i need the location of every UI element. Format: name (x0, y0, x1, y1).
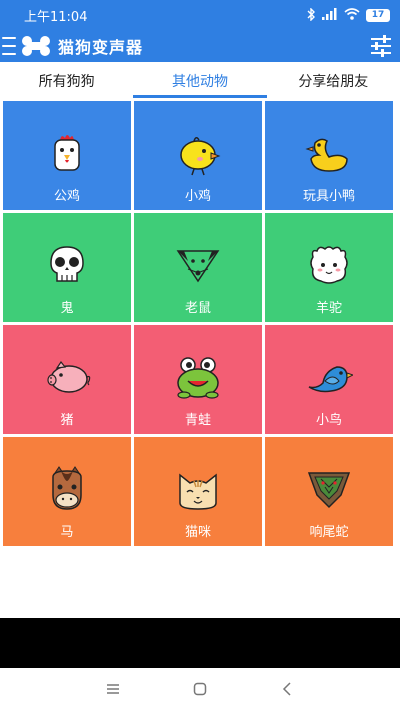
chick-icon (180, 137, 221, 176)
animal-label: 猪 (60, 413, 74, 428)
app-title: 猫狗变声器 (58, 38, 144, 57)
animal-label: 羊驼 (315, 301, 342, 316)
battery-level: 17 (371, 10, 385, 20)
animal-label: 猫咪 (184, 525, 211, 540)
tab-other-animals[interactable]: 其他动物 (133, 62, 267, 100)
tab-share[interactable]: 分享给朋友 (267, 62, 400, 100)
system-nav-bar (0, 668, 400, 710)
tab-all-dogs[interactable]: 所有狗狗 (0, 62, 133, 100)
signal-icon (322, 8, 338, 22)
battery-icon: 17 (366, 8, 390, 22)
animal-label: 青蛙 (184, 413, 211, 428)
wifi-icon (344, 8, 360, 22)
animal-card-rattlesnake[interactable]: 响尾蛇 (265, 437, 393, 546)
back-icon[interactable] (272, 674, 302, 704)
animal-label: 鬼 (60, 301, 74, 316)
toy-duck-icon (305, 138, 348, 172)
status-time: 上午11:04 (24, 9, 88, 25)
rattlesnake-icon (307, 472, 351, 509)
animal-label: 玩具小鸭 (302, 189, 355, 204)
animal-card-frog[interactable]: 青蛙 (134, 325, 262, 434)
horse-icon (52, 466, 82, 510)
menu-icon[interactable] (2, 37, 16, 55)
animal-label: 响尾蛇 (309, 525, 349, 540)
home-icon[interactable] (185, 674, 215, 704)
app-bar: 猫狗变声器 (0, 30, 400, 62)
bluetooth-icon (307, 6, 316, 23)
pig-icon (47, 360, 91, 393)
settings-sliders-icon[interactable] (368, 33, 394, 59)
animal-card-alpaca[interactable]: 羊驼 (265, 213, 393, 322)
bone-logo-icon (22, 36, 50, 56)
rooster-icon (54, 135, 80, 171)
animal-grid: 公鸡 小鸡 玩具小鸭 鬼 老鼠 羊驼 猪 青蛙 小鸟 马 猫咪 响尾蛇 (3, 101, 397, 546)
animal-card-ghost[interactable]: 鬼 (3, 213, 131, 322)
animal-card-pig[interactable]: 猪 (3, 325, 131, 434)
animal-card-bird[interactable]: 小鸟 (265, 325, 393, 434)
animal-label: 老鼠 (184, 301, 211, 316)
status-bar: 上午11:04 17 (0, 0, 400, 30)
animal-label: 公鸡 (53, 189, 80, 204)
recents-icon[interactable] (98, 674, 128, 704)
status-icons: 17 (307, 6, 390, 23)
animal-card-chick[interactable]: 小鸡 (134, 101, 262, 210)
animal-label: 小鸡 (184, 189, 211, 204)
animal-label: 马 (60, 525, 74, 540)
alpaca-icon (310, 246, 348, 284)
skull-icon (50, 246, 84, 282)
animal-card-toy-duck[interactable]: 玩具小鸭 (265, 101, 393, 210)
mouse-icon (176, 250, 220, 283)
animal-card-mouse[interactable]: 老鼠 (134, 213, 262, 322)
animal-card-rooster[interactable]: 公鸡 (3, 101, 131, 210)
cat-icon (179, 473, 217, 510)
animal-card-horse[interactable]: 马 (3, 437, 131, 546)
tab-bar: 所有狗狗 其他动物 分享给朋友 (0, 62, 400, 100)
ad-banner-area (0, 618, 400, 668)
animal-card-cat[interactable]: 猫咪 (134, 437, 262, 546)
frog-icon (177, 357, 219, 399)
bird-icon (308, 366, 353, 393)
animal-label: 小鸟 (315, 413, 342, 428)
